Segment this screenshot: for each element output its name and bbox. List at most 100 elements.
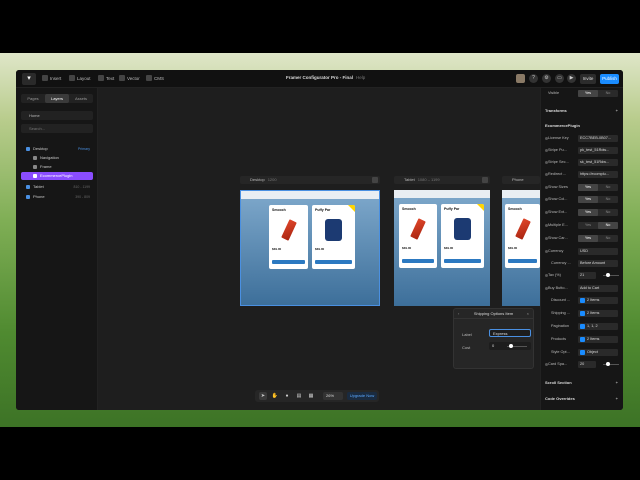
project-title[interactable]: Framer Configurator Pro - Final Help bbox=[286, 75, 365, 80]
style-options-input[interactable]: Object bbox=[578, 349, 618, 356]
layer-frame[interactable]: Frame bbox=[21, 163, 93, 171]
show-sizes-row: Show Sizes Yes No bbox=[545, 183, 621, 192]
object-icon bbox=[580, 323, 585, 329]
discount-list[interactable]: 2 Items bbox=[578, 297, 618, 304]
show-colors-toggle[interactable]: Yes No bbox=[578, 196, 618, 203]
letterbox-bottom bbox=[0, 427, 640, 480]
tax-input[interactable]: 21 bbox=[578, 272, 596, 279]
frame-label-tablet[interactable]: Tablet 1080 – 1199 bbox=[394, 176, 490, 184]
insert-button[interactable]: Insert bbox=[42, 75, 61, 81]
add-icon[interactable]: + bbox=[616, 394, 618, 403]
product-card[interactable]: Puffy Par $39.00 bbox=[312, 205, 355, 269]
stripe-secret-input[interactable]: sk_test_51Rdw... bbox=[578, 159, 618, 166]
show-cart-toggle[interactable]: Yes No bbox=[578, 235, 618, 242]
close-icon[interactable]: × bbox=[527, 309, 529, 319]
frame-label-phone[interactable]: Phone bbox=[502, 176, 540, 184]
popup-header: ‹ Shipping Options Item × bbox=[454, 309, 533, 319]
tax-row: Tax (%) 21 bbox=[545, 271, 621, 280]
add-icon[interactable]: + bbox=[616, 106, 618, 115]
frame-menu-icon[interactable] bbox=[372, 177, 378, 183]
redirect-input[interactable]: https://ecomplu... bbox=[578, 171, 618, 178]
add-icon[interactable]: + bbox=[616, 378, 618, 387]
card-spacing-input[interactable]: 20 bbox=[578, 361, 596, 368]
stripe-public-row: Stripe Pu... pk_test_51Rdw... bbox=[545, 146, 621, 155]
product-card[interactable]: Smooch $39.00 bbox=[269, 205, 308, 269]
tab-layers[interactable]: Layers bbox=[45, 94, 69, 103]
add-to-cart-button[interactable] bbox=[272, 260, 305, 264]
discount-row: Discount ... 2 Items bbox=[545, 296, 621, 305]
layout-grid-icon[interactable]: ▤ bbox=[295, 392, 303, 400]
upgrade-button[interactable]: Upgrade Now bbox=[347, 392, 377, 400]
frame-label-desktop[interactable]: Desktop 1200 bbox=[240, 176, 380, 184]
card-spacing-slider[interactable] bbox=[603, 362, 619, 366]
framer-logo-icon[interactable]: ▾ bbox=[22, 73, 36, 85]
scroll-section[interactable]: Scroll Section + bbox=[545, 378, 621, 387]
tab-pages[interactable]: Pages bbox=[21, 94, 45, 103]
layer-navigation[interactable]: Navigation bbox=[21, 154, 93, 162]
products-list[interactable]: 2 Items bbox=[578, 336, 618, 343]
invite-button[interactable]: Invite bbox=[580, 74, 596, 84]
layer-desktop[interactable]: Desktop Primary bbox=[21, 145, 93, 153]
desktop-frame[interactable]: Smooch $39.00 Puffy Par $39.00 bbox=[240, 190, 380, 306]
pagination-input[interactable]: 1, 1, 2 bbox=[578, 323, 618, 330]
add-to-cart-button[interactable] bbox=[508, 259, 537, 263]
license-key-input[interactable]: ECC7BEB-0B07... bbox=[578, 135, 618, 142]
grid-icon[interactable]: ▦ bbox=[307, 392, 315, 400]
layer-tablet[interactable]: Tablet 810 - 1199 bbox=[21, 183, 93, 191]
tab-assets[interactable]: Assets bbox=[69, 94, 93, 103]
visible-toggle[interactable]: Yes No bbox=[578, 90, 618, 97]
settings-icon[interactable]: ⚙ bbox=[542, 74, 551, 83]
page-select[interactable]: Home bbox=[21, 111, 93, 120]
frame-menu-icon[interactable] bbox=[482, 177, 488, 183]
product-card[interactable]: Puffy Par $39.00 bbox=[441, 204, 484, 268]
buy-button-input[interactable]: Add to Cart bbox=[578, 285, 618, 292]
layout-button[interactable]: Layout bbox=[69, 75, 91, 81]
product-card[interactable]: Smooch $39.00 bbox=[505, 204, 540, 268]
multiple-toggle[interactable]: Yes No bbox=[578, 222, 618, 229]
zoom-select[interactable]: 26% bbox=[323, 392, 343, 400]
comment-icon[interactable]: ● bbox=[283, 392, 291, 400]
currency-select[interactable]: USD bbox=[578, 248, 618, 255]
tax-slider[interactable] bbox=[603, 273, 619, 277]
preview-icon[interactable]: ▭ bbox=[555, 74, 564, 83]
back-icon[interactable]: ‹ bbox=[458, 309, 459, 319]
layer-phone[interactable]: Phone 390 - 809 bbox=[21, 193, 93, 201]
label-input[interactable]: Express bbox=[489, 329, 531, 337]
add-to-cart-button[interactable] bbox=[402, 259, 434, 263]
shipping-list[interactable]: 2 Items bbox=[578, 310, 618, 317]
cursor-icon[interactable]: ➤ bbox=[259, 392, 267, 400]
currency-row: Currency USD bbox=[545, 247, 621, 256]
shipping-options-popup: ‹ Shipping Options Item × Label Express … bbox=[453, 308, 534, 369]
visible-row: Visible Yes No bbox=[545, 89, 621, 98]
show-sizes-toggle[interactable]: Yes No bbox=[578, 184, 618, 191]
publish-button[interactable]: Publish bbox=[600, 74, 619, 84]
stripe-public-input[interactable]: pk_test_51Rdw... bbox=[578, 147, 618, 154]
add-to-cart-button[interactable] bbox=[444, 259, 481, 263]
cost-input[interactable]: 0 bbox=[489, 342, 531, 350]
product-card[interactable]: Smooch $39.00 bbox=[399, 204, 437, 268]
cms-button[interactable]: CMS bbox=[146, 75, 164, 81]
cost-slider[interactable] bbox=[507, 344, 527, 348]
show-extras-toggle[interactable]: Yes No bbox=[578, 209, 618, 216]
transforms-section[interactable]: Transforms + bbox=[545, 106, 621, 115]
product-image bbox=[410, 218, 426, 240]
code-overrides-section[interactable]: Code Overrides + bbox=[545, 394, 621, 403]
phone-frame[interactable]: Smooch $39.00 bbox=[502, 190, 540, 306]
label-field-label: Label bbox=[462, 332, 472, 337]
currency-position-select[interactable]: Before Amount bbox=[578, 260, 618, 267]
vector-button[interactable]: Vector bbox=[119, 75, 140, 81]
frame-icon bbox=[33, 165, 37, 169]
add-to-cart-button[interactable] bbox=[315, 260, 352, 264]
text-button[interactable]: Text bbox=[98, 75, 114, 81]
play-icon[interactable]: ▶ bbox=[567, 74, 576, 83]
tablet-frame[interactable]: Smooch $39.00 Puffy Par $39.00 bbox=[394, 190, 490, 306]
layout-icon bbox=[69, 75, 75, 81]
help-icon[interactable]: ? bbox=[529, 74, 538, 83]
text-icon bbox=[98, 75, 104, 81]
search-input[interactable]: Search... bbox=[21, 124, 93, 133]
hand-icon[interactable]: ✋ bbox=[271, 392, 279, 400]
avatar[interactable] bbox=[516, 74, 525, 83]
layers-panel: Pages Layers Assets Home Search... Deskt… bbox=[16, 88, 98, 410]
stripe-secret-row: Stripe Sec... sk_test_51Rdw... bbox=[545, 158, 621, 167]
layer-ecommerceplugin[interactable]: EcommercePlugin bbox=[21, 172, 93, 180]
